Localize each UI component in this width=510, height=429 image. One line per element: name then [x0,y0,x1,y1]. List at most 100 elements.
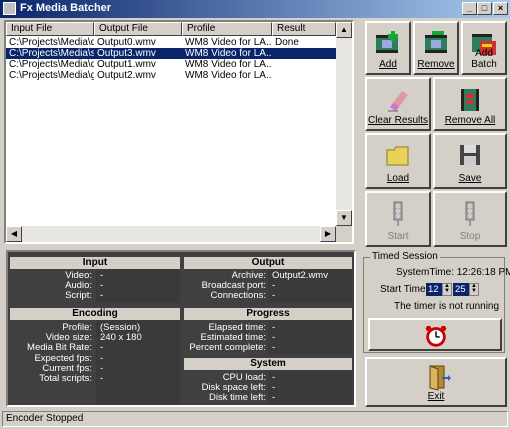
label-media-bit-rate: Media Bit Rate: [27,342,92,353]
load-button[interactable]: Load [365,133,431,189]
clear-results-label: Clear Results [367,115,429,126]
floppy-disk-icon [460,145,480,165]
film-remove-all-icon [461,89,479,111]
value-percent-complete: - [272,342,276,353]
scroll-corner [336,226,352,242]
output-section: Output Archive: Output2.wmv Broadcast po… [184,257,352,303]
exit-label: Exit [427,391,445,402]
remove-button[interactable]: Remove [413,21,459,75]
input-section: Input Video: - Audio: - Script: - [10,257,180,303]
timed-session-title: Timed Session [370,251,440,262]
exit-button[interactable]: Exit [365,357,507,407]
system-section: System CPU load: - Disk space left: - Di… [184,358,352,404]
start-time-label: Start Time: [380,284,429,295]
add-batch-button[interactable]: Add Batch [461,21,507,75]
window-title: Fx Media Batcher [20,2,112,14]
hour-spinner-icon[interactable]: ▲ ▼ [442,283,452,296]
label-disk-time-left: Disk time left: [208,392,266,403]
system-values-area [268,370,352,404]
folder-icon [386,146,409,166]
progress-values-area [268,320,352,354]
maximize-button[interactable]: □ [477,2,492,15]
output-title: Output [184,257,352,269]
add-button[interactable]: Add [365,21,411,75]
minimize-button[interactable]: _ [462,2,477,15]
close-button[interactable]: × [493,2,508,15]
value-archive: Output2.wmv [272,270,328,281]
progress-title: Progress [184,308,352,320]
list-header: Input File Output File Profile Result [6,22,352,36]
remove-all-button[interactable]: Remove All [433,77,507,131]
scroll-right-icon[interactable]: ▶ [320,226,336,242]
value-total-scripts: - [100,373,104,384]
value-script: - [100,290,104,301]
traffic-light-icon [465,201,475,226]
scroll-left-icon[interactable]: ◀ [6,226,22,242]
alarm-timer-button[interactable] [368,318,502,351]
stop-label: Stop [459,231,481,242]
start-label: Start [387,231,409,242]
input-values-area [96,269,180,303]
add-label: Add [379,59,397,70]
start-minute-field[interactable]: 25 [453,283,469,296]
table-row[interactable]: C:\Projects\Media\d... Output1.wmv WM8 V… [6,59,336,70]
status-bar: Encoder Stopped [2,411,508,427]
cell-output-file: Output2.wmv [97,70,156,81]
horizontal-scrollbar[interactable]: ◀ ▶ [6,226,336,242]
stop-button[interactable]: Stop [433,191,507,247]
system-title: System [184,358,352,370]
exit-door-icon [429,365,451,391]
start-hour-field[interactable]: 12 [426,283,442,296]
table-row[interactable]: C:\Projects\Media\d... Output0.wmv WM8 V… [6,37,336,48]
save-label: Save [458,173,482,184]
column-output-file[interactable]: Output File [94,22,182,36]
label-percent-complete: Percent complete: [189,342,266,353]
cell-input-file: C:\Projects\Media\d... [9,59,94,70]
table-row[interactable]: C:\Projects\Media\g... Output2.wmv WM8 V… [6,70,336,81]
input-title: Input [10,257,180,269]
cell-result: Done [275,37,299,48]
system-time: SystemTime: 12:26:18 PM [396,267,510,278]
cell-profile: WM8 Video for LA... [185,59,272,70]
film-remove-icon [425,31,447,53]
value-connections: - [272,290,276,301]
info-panel: Input Video: - Audio: - Script: - Output… [6,250,356,407]
value-video-size: 240 x 180 [100,332,142,343]
cell-output-file: Output1.wmv [97,59,156,70]
traffic-light-icon [393,201,403,226]
batch-list[interactable]: Input File Output File Profile Result C:… [4,20,354,244]
cell-profile: WM8 Video for LA... [185,37,272,48]
clear-results-button[interactable]: Clear Results [365,77,431,131]
film-add-icon [376,31,398,53]
minute-spinner-icon[interactable]: ▲ ▼ [469,283,479,296]
column-input-file[interactable]: Input File [6,22,94,36]
add-batch-label: Add Batch [471,48,497,70]
cell-output-file: Output3.wmv [97,48,156,59]
remove-all-label: Remove All [444,115,496,126]
save-button[interactable]: Save [433,133,507,189]
encoding-title: Encoding [10,308,180,320]
cell-input-file: C:\Projects\Media\s... [9,48,94,59]
value-media-bit-rate: - [100,342,104,353]
cell-output-file: Output0.wmv [97,37,156,48]
title-bar: Fx Media Batcher _ □ × [0,0,510,18]
table-row-selected[interactable]: C:\Projects\Media\s... Output3.wmv WM8 V… [6,48,336,59]
column-result[interactable]: Result [272,22,336,36]
start-button[interactable]: Start [365,191,431,247]
label-script: Script: [65,290,92,301]
remove-label: Remove [417,59,455,70]
cell-input-file: C:\Projects\Media\d... [9,37,94,48]
label-connections: Connections: [210,290,266,301]
value-disk-time-left: - [272,392,276,403]
column-profile[interactable]: Profile [182,22,272,36]
cell-input-file: C:\Projects\Media\g... [9,70,94,81]
label-total-scripts: Total scripts: [39,373,92,384]
scroll-down-icon[interactable]: ▼ [336,210,352,226]
encoding-section: Encoding Profile: (Session) Video size: … [10,308,180,404]
vertical-scrollbar[interactable]: ▲ ▼ [336,22,352,226]
load-label: Load [386,173,410,184]
eraser-icon [388,91,408,112]
progress-section: Progress Elapsed time: - Estimated time:… [184,308,352,354]
scroll-up-icon[interactable]: ▲ [336,22,352,38]
alarm-clock-icon [425,325,447,347]
